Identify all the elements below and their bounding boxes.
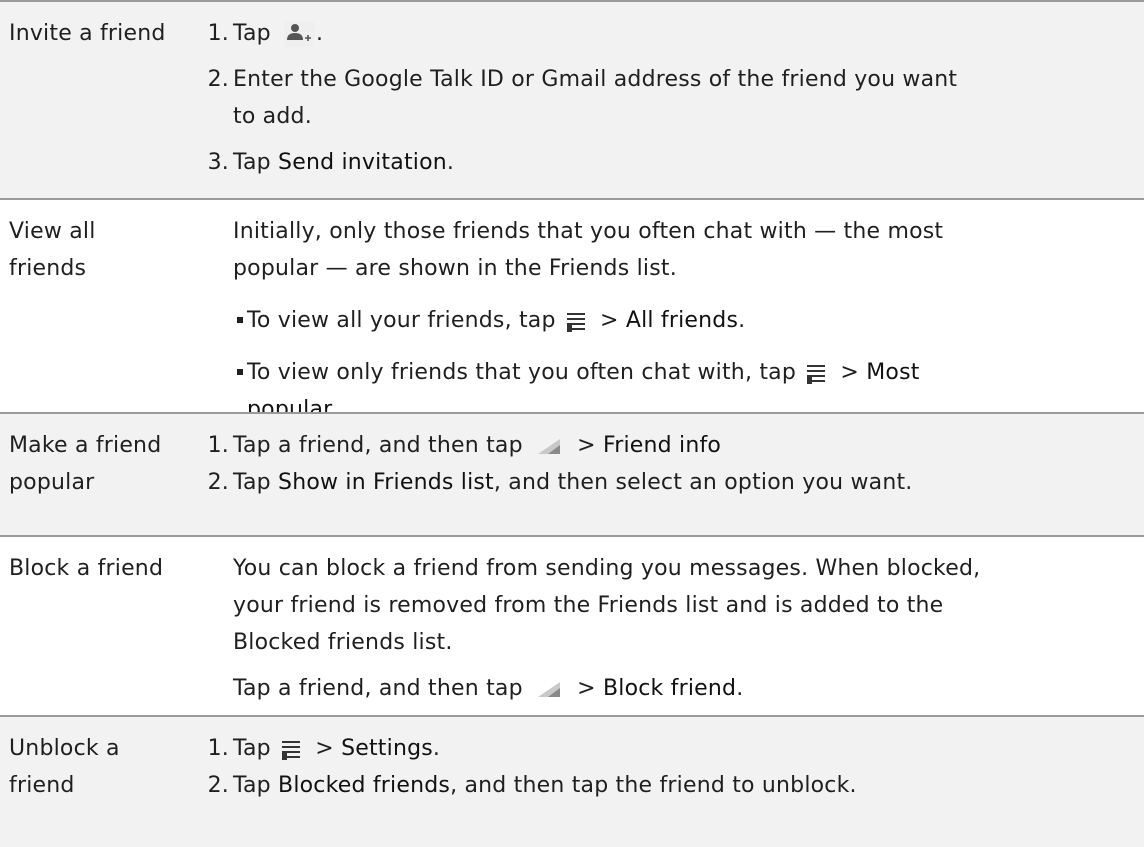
step-text: > [569, 433, 603, 458]
ui-term: All friends [625, 308, 739, 333]
step-2-continued: to add. [233, 98, 1138, 135]
ui-term: Send invitation [278, 150, 447, 175]
row-label-line: View all [9, 219, 96, 244]
step-3: 3. Tap Send invitation. [208, 144, 1138, 181]
step-number: 1. [207, 21, 229, 46]
row-content: 1. Tap a friend, and then tap > Friend in… [208, 427, 1138, 501]
row-make-friend-popular: Make a friend popular 1. Tap a friend, an… [0, 412, 1144, 535]
ui-term: Block friend [602, 676, 737, 701]
menu-icon [807, 362, 829, 384]
step-text: . [446, 150, 455, 175]
row-view-all-friends: View all friends Initially, only those f… [0, 198, 1144, 422]
row-block-friend: Block a friend You can block a friend fr… [0, 535, 1144, 715]
row-label-line: friend [9, 773, 75, 798]
description-text: your friend is removed from the Friends … [233, 593, 944, 618]
step-text: Tap [233, 470, 279, 495]
description-text: Blocked friends list. [233, 630, 453, 655]
step-number: 1. [207, 736, 229, 761]
ui-term: Blocked friends [278, 773, 451, 798]
step-number: 2. [207, 67, 229, 92]
step-number: 3. [207, 150, 229, 175]
ui-term: Friend info [602, 433, 722, 458]
more-wedge-icon [534, 680, 564, 698]
step-number: 1. [207, 433, 229, 458]
row-label: Invite a friend [9, 21, 166, 46]
step-1: 1. Tap a friend, and then tap > Friend in… [208, 427, 1138, 464]
step-text: Tap [233, 21, 279, 46]
ui-term: Show in Friends list [278, 470, 494, 495]
row-content: 1. Tap > Settings. 2. Tap Blocked friends,… [208, 730, 1138, 804]
step-text: Tap [233, 773, 279, 798]
bullet-marker [237, 369, 243, 375]
step-text: . [432, 736, 441, 761]
row-label: Block a friend [9, 556, 164, 581]
row-content: You can block a friend from sending you … [233, 550, 1138, 707]
row-label-line: popular [9, 470, 95, 495]
action-text: Tap a friend, and then tap > Block frien… [233, 670, 1138, 707]
row-label-line: Make a friend [9, 433, 162, 458]
ui-term: Settings [341, 736, 433, 761]
step-1: 1. Tap > Settings. [208, 730, 1138, 767]
row-content: Initially, only those friends that you o… [233, 213, 1138, 428]
step-text: Tap a friend, and then tap [233, 433, 530, 458]
step-number: 2. [207, 470, 229, 495]
row-label: Make a friend popular [9, 427, 209, 501]
bullet-text: > [592, 308, 626, 333]
friends-actions-table: Invite a friend 1. Tap . 2. Enter the Goog… [0, 0, 1144, 847]
bullet-2: To view only friends that you often chat… [233, 354, 1138, 391]
row-invite-friend: Invite a friend 1. Tap . 2. Enter the Goog… [0, 0, 1144, 198]
menu-icon [566, 310, 589, 332]
step-2: 2. Enter the Google Talk ID or Gmail addr… [208, 61, 1138, 98]
step-2: 2. Tap Blocked friends, and then tap the … [208, 767, 1138, 804]
step-2: 2. Tap Show in Friends list, and then sel… [208, 464, 1138, 501]
description-text: You can block a friend from sending you … [233, 556, 981, 581]
bullet-text: To view only friends that you often chat… [247, 360, 804, 385]
bullet-marker [237, 317, 243, 323]
step-1: 1. Tap . [208, 15, 1138, 52]
intro-text: Initially, only those friends that you o… [233, 219, 944, 244]
row-label-line: friends [9, 256, 87, 281]
step-text: . [316, 21, 324, 46]
action-text: > [569, 676, 603, 701]
action-text: Tap a friend, and then tap [233, 676, 530, 701]
bullet-1: To view all your friends, tap > All frie… [233, 302, 1138, 339]
menu-icon [282, 738, 304, 760]
row-unblock-friend: Unblock a friend 1. Tap > Settings. 2. Tap… [0, 715, 1144, 847]
bullet-text: . [738, 308, 746, 333]
more-wedge-icon [534, 437, 564, 455]
row-label: Unblock a friend [9, 730, 209, 804]
intro-text: popular — are shown in the Friends list. [233, 256, 677, 281]
bullet-text: > [833, 360, 867, 385]
bullet-text: To view all your friends, tap [247, 308, 563, 333]
action-text: . [736, 676, 744, 701]
step-text: > [308, 736, 342, 761]
row-content: 1. Tap . 2. Enter the Google Talk ID or Gm… [208, 15, 1138, 181]
step-text: Enter the Google Talk ID or Gmail addres… [233, 67, 958, 92]
add-friend-icon [284, 21, 315, 47]
row-label-line: Unblock a [9, 736, 120, 761]
step-text: Tap [233, 150, 279, 175]
row-label: View all friends [9, 213, 209, 287]
step-text: , and then select an option you want. [493, 470, 913, 495]
step-text: , and then tap the friend to unblock. [450, 773, 857, 798]
ui-term: Most [866, 360, 920, 385]
step-text: to add. [233, 104, 312, 129]
step-text: Tap [233, 736, 279, 761]
step-number: 2. [207, 773, 229, 798]
